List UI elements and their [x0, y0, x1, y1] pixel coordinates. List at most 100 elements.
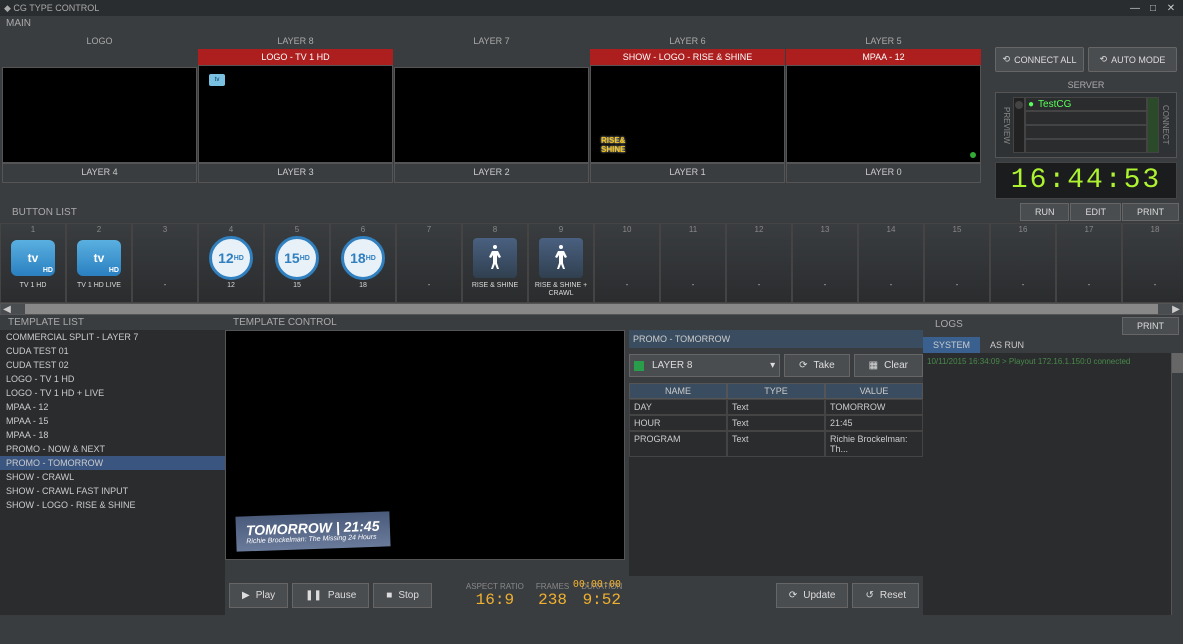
minimize-button[interactable]: — [1127, 2, 1143, 14]
param-row[interactable]: DAYTextTOMORROW [629, 399, 923, 415]
reset-icon: ↺ [865, 590, 873, 601]
auto-mode-button[interactable]: ⟲AUTO MODE [1088, 47, 1177, 72]
param-row[interactable]: PROGRAMTextRichie Brockelman: Th... [629, 431, 923, 457]
server-row[interactable] [1025, 139, 1147, 153]
server-row[interactable] [1025, 111, 1147, 125]
param-name: DAY [629, 399, 727, 415]
template-item[interactable]: COMMERCIAL SPLIT - LAYER 7 [0, 330, 225, 344]
button-icon [932, 236, 982, 280]
template-item[interactable]: PROMO - TOMORROW [0, 456, 225, 470]
update-button[interactable]: ⟳Update [776, 583, 849, 608]
button-item[interactable]: 14- [858, 223, 924, 303]
button-item[interactable]: 17- [1056, 223, 1122, 303]
button-item[interactable]: 10- [594, 223, 660, 303]
server-row[interactable] [1025, 125, 1147, 139]
button-item[interactable]: 9RISE & SHINE + CRAWL [528, 223, 594, 303]
param-row[interactable]: HOURText21:45 [629, 415, 923, 431]
param-name: HOUR [629, 415, 727, 431]
button-item[interactable]: 8RISE & SHINE [462, 223, 528, 303]
layer-preview[interactable] [786, 65, 981, 163]
layer-column[interactable]: LAYER 6 SHOW - LOGO - RISE & SHINE RISE&… [590, 33, 785, 163]
button-item[interactable]: 7- [396, 223, 462, 303]
frames-label: FRAMES [536, 582, 569, 591]
window-title: CG TYPE CONTROL [13, 3, 99, 13]
clock-display: 16:44:53 [995, 162, 1177, 199]
layer-preview[interactable]: tv [198, 65, 393, 163]
template-item[interactable]: MPAA - 12 [0, 400, 225, 414]
run-button[interactable]: RUN [1020, 203, 1070, 221]
layer-preview[interactable] [394, 67, 589, 163]
server-label: SERVER [995, 78, 1177, 92]
template-list-label: TEMPLATE LIST [0, 315, 225, 330]
button-item[interactable]: 1tvHDTV 1 HD [0, 223, 66, 303]
layer-bottom-header[interactable]: LAYER 4 [2, 163, 197, 183]
close-button[interactable]: ✕ [1163, 2, 1179, 14]
layer-bottom-header[interactable]: LAYER 0 [786, 163, 981, 183]
param-name: PROGRAM [629, 431, 727, 457]
layer-column[interactable]: LAYER 8 LOGO - TV 1 HD tv [198, 33, 393, 163]
reset-button[interactable]: ↺Reset [852, 583, 919, 608]
template-item[interactable]: CUDA TEST 01 [0, 344, 225, 358]
layer-preview[interactable]: RISE&SHINE [590, 65, 785, 163]
preview-indicator[interactable] [1013, 97, 1025, 153]
template-item[interactable]: SHOW - CRAWL FAST INPUT [0, 484, 225, 498]
template-item[interactable]: SHOW - LOGO - RISE & SHINE [0, 498, 225, 512]
template-item[interactable]: MPAA - 15 [0, 414, 225, 428]
log-tab-asrun[interactable]: AS RUN [980, 337, 1034, 353]
button-item[interactable]: 515HD15 [264, 223, 330, 303]
template-item[interactable]: PROMO - NOW & NEXT [0, 442, 225, 456]
button-icon [404, 236, 454, 280]
promo-overlay: TOMORROW | 21:45 Richie Brockelman: The … [235, 511, 390, 551]
button-item[interactable]: 412HD12 [198, 223, 264, 303]
layer-column[interactable]: LAYER 7 [394, 33, 589, 163]
button-item[interactable]: 13- [792, 223, 858, 303]
clear-button[interactable]: ▦Clear [854, 354, 923, 377]
layer-preview[interactable] [2, 67, 197, 163]
layer-header: LAYER 5 [786, 33, 981, 49]
print-button[interactable]: PRINT [1122, 203, 1179, 221]
template-item[interactable]: LOGO - TV 1 HD + LIVE [0, 386, 225, 400]
param-value[interactable]: 21:45 [825, 415, 923, 431]
log-tab-system[interactable]: SYSTEM [923, 337, 980, 353]
layer-header: LAYER 6 [590, 33, 785, 49]
template-item[interactable]: LOGO - TV 1 HD [0, 372, 225, 386]
layer-bottom-header[interactable]: LAYER 1 [590, 163, 785, 183]
server-row[interactable]: ● TestCG [1025, 97, 1147, 111]
edit-button[interactable]: EDIT [1070, 203, 1121, 221]
connect-indicator[interactable] [1147, 97, 1159, 153]
button-item[interactable]: 3- [132, 223, 198, 303]
col-value: VALUE [825, 383, 923, 399]
col-name: NAME [629, 383, 727, 399]
play-button[interactable]: ▶Play [229, 583, 288, 608]
button-item[interactable]: 16- [990, 223, 1056, 303]
button-list-scrollbar[interactable]: ◀▶ [0, 303, 1183, 315]
logs-print-button[interactable]: PRINT [1122, 317, 1179, 335]
pause-button[interactable]: ❚❚Pause [292, 583, 369, 608]
connect-all-button[interactable]: ⟲CONNECT ALL [995, 47, 1084, 72]
template-item[interactable]: CUDA TEST 02 [0, 358, 225, 372]
button-item[interactable]: 2tvHDTV 1 HD LIVE [66, 223, 132, 303]
preview-timecode: 00:00:00 [573, 579, 621, 590]
button-item[interactable]: 618HD18 [330, 223, 396, 303]
button-item[interactable]: 11- [660, 223, 726, 303]
button-item[interactable]: 15- [924, 223, 990, 303]
layer-select[interactable]: LAYER 8 ▾ [629, 354, 780, 377]
preview-label: PREVIEW [1000, 97, 1013, 153]
template-item[interactable]: MPAA - 18 [0, 428, 225, 442]
log-scrollbar[interactable] [1171, 353, 1183, 615]
layer-bottom-header[interactable]: LAYER 2 [394, 163, 589, 183]
button-icon [800, 236, 850, 280]
button-item[interactable]: 12- [726, 223, 792, 303]
template-item[interactable]: SHOW - CRAWL [0, 470, 225, 484]
button-icon: 18HD [338, 236, 388, 280]
layer-bottom-header[interactable]: LAYER 3 [198, 163, 393, 183]
stop-button[interactable]: ■Stop [373, 583, 432, 608]
param-value[interactable]: TOMORROW [825, 399, 923, 415]
param-value[interactable]: Richie Brockelman: Th... [825, 431, 923, 457]
maximize-button[interactable]: □ [1145, 2, 1161, 14]
template-control-label: TEMPLATE CONTROL [225, 315, 923, 330]
button-item[interactable]: 18- [1122, 223, 1183, 303]
layer-column[interactable]: LOGO [2, 33, 197, 163]
take-button[interactable]: ⟳Take [784, 354, 850, 377]
layer-column[interactable]: LAYER 5 MPAA - 12 [786, 33, 981, 163]
